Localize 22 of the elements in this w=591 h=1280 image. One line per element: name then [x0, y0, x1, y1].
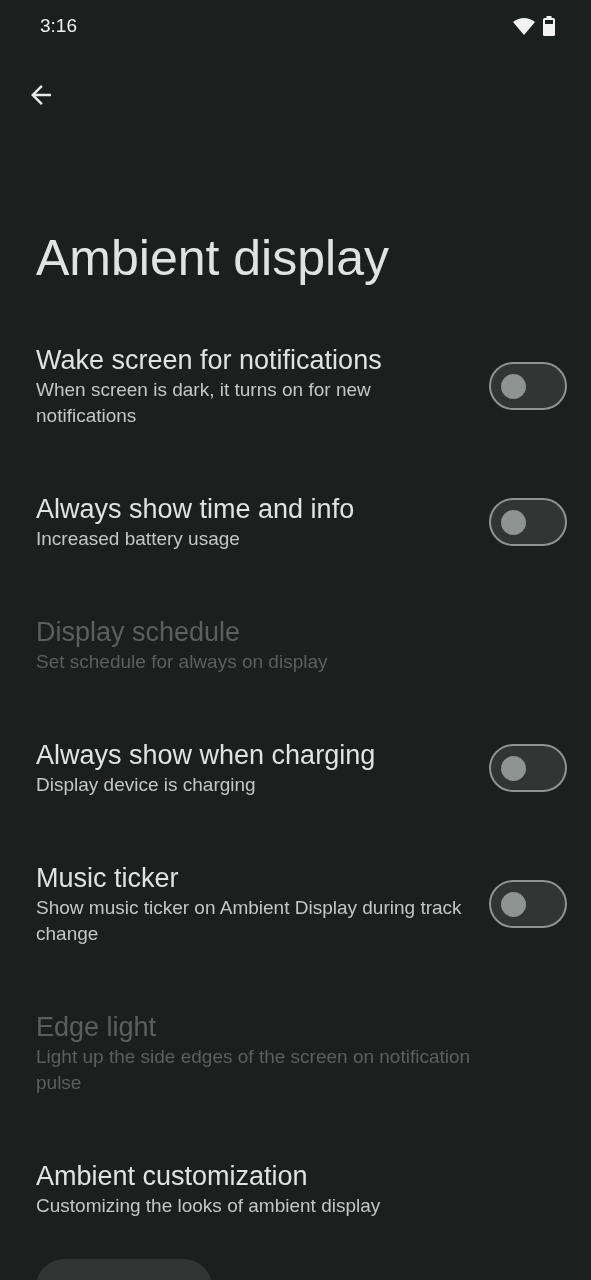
setting-title: Edge light	[36, 1011, 158, 1044]
toggle-switch[interactable]	[489, 498, 567, 546]
setting-description: Show music ticker on Ambient Display during track change	[36, 896, 463, 946]
setting-title: Always show time and info	[36, 493, 355, 526]
wifi-icon	[513, 17, 535, 35]
status-time: 3:16	[40, 13, 77, 38]
toggle-switch[interactable]	[489, 362, 567, 410]
toggle-switch[interactable]	[489, 880, 567, 928]
setting-title: Display schedule	[36, 616, 242, 649]
setting-title: Music ticker	[36, 862, 180, 895]
setting-description: Customizing the looks of ambient display	[36, 1194, 381, 1218]
setting-title: Ambient customization	[36, 1160, 309, 1193]
setting-title: Wake screen for notifications	[36, 344, 383, 377]
setting-description: When screen is dark, it turns on for new notifications	[36, 378, 372, 428]
setting-description: Display device is charging	[36, 773, 257, 797]
toggle-switch[interactable]	[489, 744, 567, 792]
setting-description: Increased battery usage	[36, 527, 241, 551]
battery-icon	[543, 16, 555, 36]
page-title: Ambient display	[36, 229, 390, 288]
setting-title: Always show when charging	[36, 739, 376, 772]
setting-description: Set schedule for always on display	[36, 650, 328, 674]
setting-description: Light up the side edges of the screen on notification pulse	[36, 1045, 472, 1095]
